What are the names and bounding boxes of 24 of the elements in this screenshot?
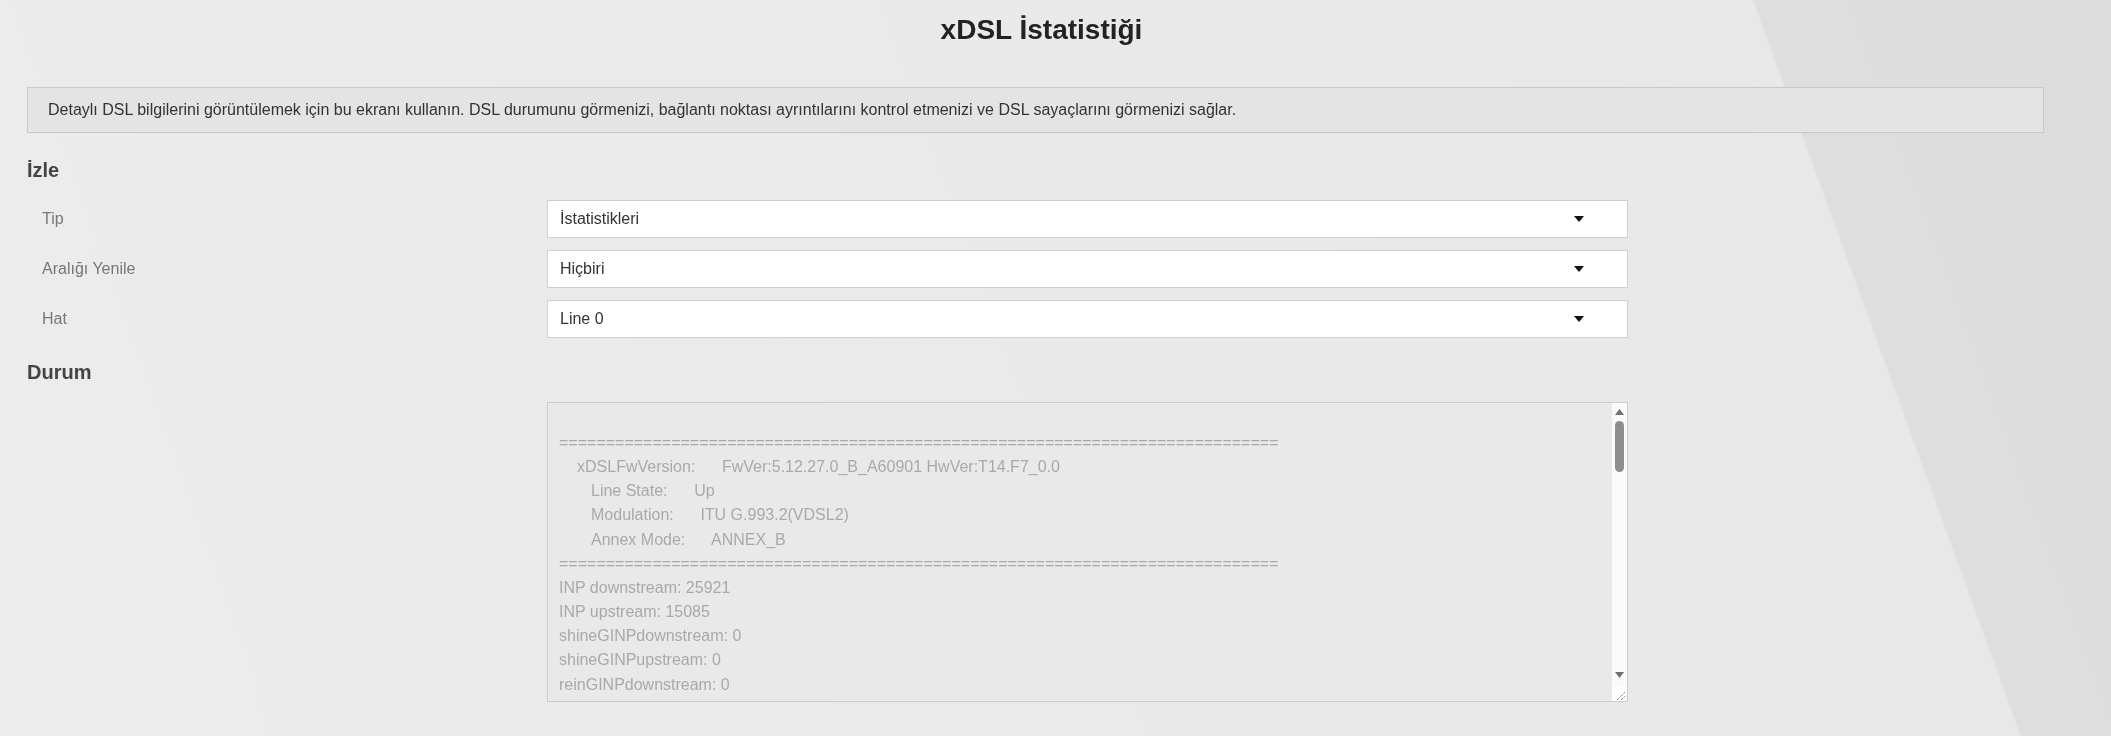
description-text: Detaylı DSL bilgilerini görüntülemek için bu ekranı kullanın. DSL durumunu görmenizi, bağlantı noktası ayrıntılarını kontrol etmenizi ve DSL sayaçlarını görmenizi sağlar. — [48, 100, 1237, 120]
status-text-line: shineGINPdownstream: 0 — [559, 626, 742, 647]
status-text-line: Annex Mode: ANNEX_B — [591, 529, 786, 550]
dropdown-select[interactable]: İstatistikleri — [547, 200, 1628, 238]
field-label: Tip — [42, 209, 64, 229]
section-heading: İzle — [27, 158, 60, 182]
field-label: Aralığı Yenile — [42, 259, 136, 279]
separator-text: ============================================================================= — [559, 553, 1279, 574]
status-text-line: xDSLFwVersion: FwVer:5.12.27.0_B_A60901 HwVer:T14.F7_0.0 — [577, 457, 1060, 478]
section-heading: Durum — [27, 360, 92, 384]
caret-down-icon — [1574, 216, 1584, 222]
status-text-line: Line State: Up — [591, 481, 715, 502]
field-label: Hat — [42, 309, 67, 329]
status-text-line: shineGINPupstream: 0 — [559, 650, 721, 671]
page-title: xDSL İstatistiği — [940, 14, 1143, 46]
dropdown-select[interactable]: Hiçbiri — [547, 250, 1628, 288]
status-text-line: INP upstream: 15085 — [559, 602, 710, 623]
caret-down-icon — [1574, 316, 1584, 322]
separator-text: ============================================================================= — [559, 433, 1279, 453]
status-text-line: Modulation: ITU G.993.2(VDSL2) — [591, 505, 849, 526]
status-text-line: INP downstream: 25921 — [559, 577, 731, 598]
caret-down-icon — [1574, 266, 1584, 272]
dropdown-select[interactable]: Line 0 — [547, 300, 1628, 338]
status-text-line: reinGINPdownstream: 0 — [559, 674, 730, 695]
